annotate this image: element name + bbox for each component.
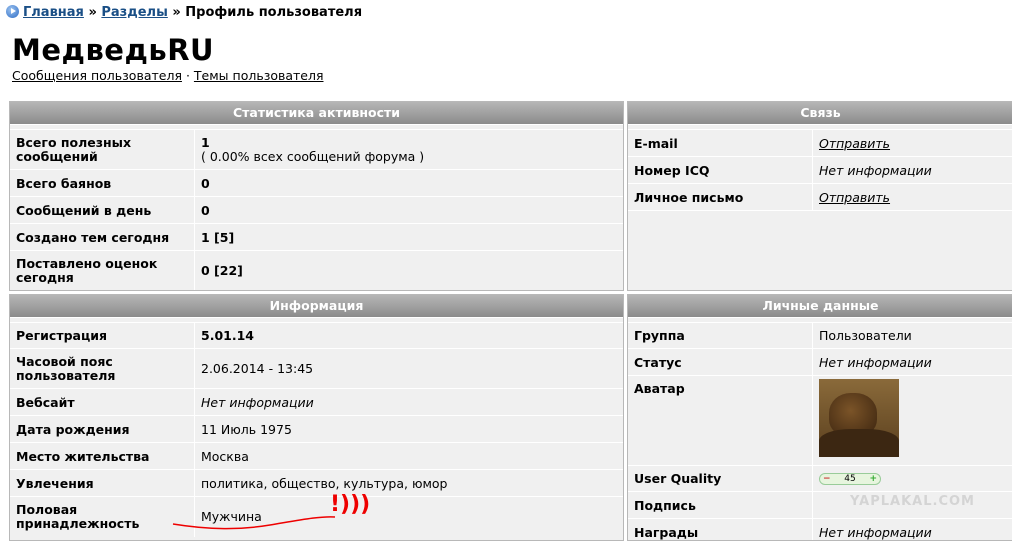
user-posts-link[interactable]: Сообщения пользователя bbox=[12, 68, 182, 83]
info-panel-title: Информация bbox=[10, 295, 623, 318]
row-value: Нет информации bbox=[812, 349, 1012, 376]
nav-arrow-icon bbox=[6, 5, 19, 18]
row-label: Половая принадлежность bbox=[16, 502, 140, 531]
activity-panel-title: Статистика активности bbox=[10, 102, 623, 125]
useful-posts-note: ( 0.00% всех сообщений форума ) bbox=[201, 149, 425, 164]
table-row: Всего полезных сообщений 1 ( 0.00% всех … bbox=[10, 129, 623, 170]
row-label: Поставлено оценок сегодня bbox=[16, 256, 158, 285]
row-label: Всего полезных сообщений bbox=[16, 135, 132, 164]
row-label: Номер ICQ bbox=[634, 162, 710, 178]
row-value: 11 Июль 1975 bbox=[194, 416, 623, 443]
row-label: Сообщений в день bbox=[16, 202, 152, 218]
row-value: Нет информации bbox=[194, 389, 623, 416]
row-label: Личное письмо bbox=[634, 189, 744, 205]
table-row: Номер ICQ Нет информации bbox=[628, 156, 1012, 184]
table-row: Часовой пояс пользователя 2.06.2014 - 13… bbox=[10, 348, 623, 389]
quality-plus-icon[interactable]: + bbox=[869, 474, 877, 484]
row-label: Регистрация bbox=[16, 328, 108, 343]
useful-posts-count: 1 bbox=[201, 135, 210, 150]
row-label: Всего баянов bbox=[16, 175, 112, 191]
profile-links: Сообщения пользователя · Темы пользовате… bbox=[12, 68, 324, 83]
row-label: Место жительства bbox=[16, 448, 150, 464]
row-value: Отправить bbox=[812, 130, 1012, 157]
row-label: Подпись bbox=[634, 497, 696, 513]
personal-panel-title: Личные данные bbox=[628, 295, 1012, 318]
row-value: 5.01.14 bbox=[194, 323, 623, 349]
row-value: Пользователи bbox=[812, 323, 1012, 349]
row-value: Нет информации bbox=[812, 157, 1012, 184]
table-row: Место жительства Москва bbox=[10, 442, 623, 470]
send-pm-link[interactable]: Отправить bbox=[819, 190, 890, 205]
row-label: Дата рождения bbox=[16, 421, 130, 437]
row-value: Отправить bbox=[812, 184, 1012, 211]
table-row: Регистрация 5.01.14 bbox=[10, 322, 623, 349]
row-label: Статус bbox=[634, 354, 682, 370]
table-row: Аватар bbox=[628, 375, 1012, 466]
avatar bbox=[819, 379, 899, 457]
row-value: 1 [5] bbox=[194, 224, 623, 251]
user-topics-link[interactable]: Темы пользователя bbox=[194, 68, 324, 83]
row-label: Награды bbox=[634, 524, 699, 540]
contact-panel: Связь E-mail Отправить Номер ICQ Нет инф… bbox=[627, 101, 1012, 291]
table-row: Статус Нет информации bbox=[628, 348, 1012, 376]
breadcrumb-home-link[interactable]: Главная bbox=[23, 5, 84, 20]
page-title: МедведьRU bbox=[12, 33, 215, 67]
watermark: YAPLAKAL.COM bbox=[850, 494, 975, 509]
row-label: Увлечения bbox=[16, 475, 94, 491]
row-value: политика, общество, культура, юмор bbox=[194, 470, 623, 497]
table-row: Награды Нет информации bbox=[628, 518, 1012, 540]
panel-filler bbox=[628, 210, 1012, 290]
activity-panel: Статистика активности Всего полезных соо… bbox=[9, 101, 624, 291]
row-value bbox=[812, 376, 1012, 466]
row-label: Часовой пояс пользователя bbox=[16, 354, 116, 383]
row-value: 0 [22] bbox=[194, 251, 623, 290]
breadcrumb-current: Профиль пользователя bbox=[185, 5, 363, 20]
table-row: Вебсайт Нет информации bbox=[10, 388, 623, 416]
user-quality-meter: − 45 + bbox=[819, 473, 881, 485]
row-label: User Quality bbox=[634, 471, 722, 486]
table-row: Личное письмо Отправить bbox=[628, 183, 1012, 211]
table-row: Группа Пользователи bbox=[628, 322, 1012, 349]
row-value: Нет информации bbox=[812, 519, 1012, 540]
row-label: Вебсайт bbox=[16, 394, 75, 410]
table-row: Сообщений в день 0 bbox=[10, 196, 623, 224]
red-underline-annotation bbox=[172, 516, 336, 530]
breadcrumb-separator: » bbox=[172, 5, 181, 20]
user-quality-value: 45 bbox=[844, 474, 856, 484]
info-panel: Информация Регистрация 5.01.14 Часовой п… bbox=[9, 294, 624, 541]
breadcrumb-sections-link[interactable]: Разделы bbox=[101, 5, 167, 20]
send-email-link[interactable]: Отправить bbox=[819, 136, 890, 151]
row-value: 2.06.2014 - 13:45 bbox=[194, 349, 623, 389]
table-row: Увлечения политика, общество, культура, … bbox=[10, 469, 623, 497]
table-row: Поставлено оценок сегодня 0 [22] bbox=[10, 250, 623, 290]
row-value: − 45 + bbox=[812, 466, 1012, 492]
breadcrumb-separator: » bbox=[88, 5, 97, 20]
quality-minus-icon[interactable]: − bbox=[823, 474, 831, 484]
row-value: 1 ( 0.00% всех сообщений форума ) bbox=[194, 130, 623, 170]
exclamation-annotation: !))) bbox=[330, 492, 371, 517]
table-row: User Quality − 45 + bbox=[628, 465, 1012, 492]
row-value: Москва bbox=[194, 443, 623, 470]
table-row: Создано тем сегодня 1 [5] bbox=[10, 223, 623, 251]
row-label: E-mail bbox=[634, 135, 678, 151]
contact-panel-title: Связь bbox=[628, 102, 1012, 125]
row-label: Группа bbox=[634, 328, 685, 343]
table-row: Всего баянов 0 bbox=[10, 169, 623, 197]
links-separator: · bbox=[185, 68, 190, 83]
breadcrumb: Главная » Разделы » Профиль пользователя bbox=[6, 5, 362, 20]
row-value: 0 bbox=[194, 170, 623, 197]
row-label: Аватар bbox=[634, 381, 685, 396]
table-row: E-mail Отправить bbox=[628, 129, 1012, 157]
row-label: Создано тем сегодня bbox=[16, 229, 170, 245]
row-value: 0 bbox=[194, 197, 623, 224]
table-row: Дата рождения 11 Июль 1975 bbox=[10, 415, 623, 443]
